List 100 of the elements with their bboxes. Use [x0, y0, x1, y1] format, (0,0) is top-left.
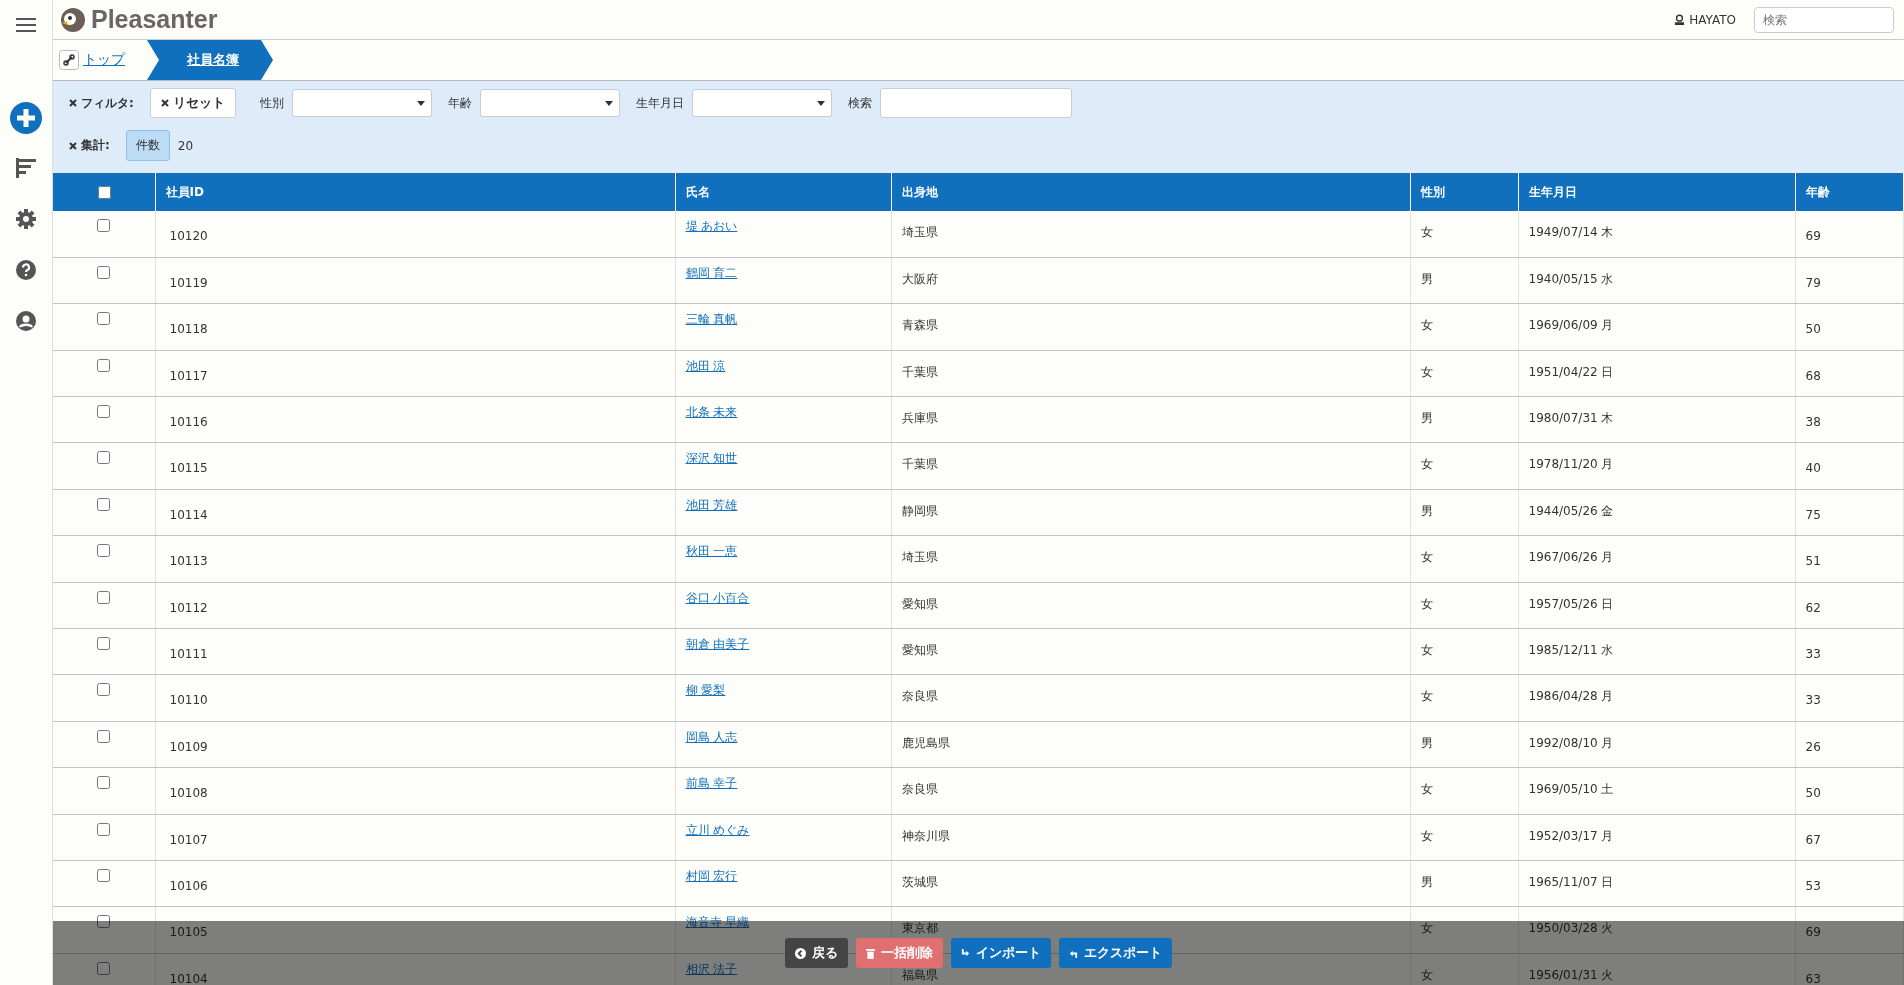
name-link[interactable]: 池田 涼	[685, 358, 726, 373]
row-checkbox[interactable]	[97, 915, 111, 929]
table-cell: 38	[1805, 415, 1821, 430]
name-link[interactable]: 立川 めぐみ	[685, 822, 750, 837]
table-cell: 茨城県	[901, 874, 938, 889]
close-icon[interactable]	[69, 99, 77, 107]
back-button[interactable]: 戻る	[785, 938, 848, 968]
search-field[interactable]	[880, 88, 1073, 118]
settings-icon[interactable]	[16, 209, 36, 229]
link-icon[interactable]	[59, 50, 79, 70]
column-header[interactable]: 生年月日	[1518, 173, 1795, 211]
table-cell: 男	[1420, 874, 1433, 889]
row-checkbox[interactable]	[97, 358, 111, 372]
row-checkbox[interactable]	[97, 497, 111, 511]
table-cell: 10105	[169, 925, 208, 940]
sort-icon[interactable]	[16, 158, 36, 178]
user-icon[interactable]	[16, 311, 36, 331]
table-cell: 女	[1420, 782, 1433, 797]
filter-label: 生年月日	[636, 94, 685, 112]
table-cell: 女	[1420, 457, 1433, 472]
table-cell: 大阪府	[901, 271, 938, 286]
table-cell: 26	[1805, 739, 1821, 754]
name-link[interactable]: 鶴岡 育二	[685, 265, 738, 280]
name-link[interactable]: 前島 幸子	[685, 776, 738, 791]
add-icon[interactable]	[10, 102, 42, 134]
table-cell: 女	[1420, 550, 1433, 565]
table-cell: 千葉県	[901, 364, 938, 379]
row-checkbox[interactable]	[97, 265, 111, 279]
table-cell: 10112	[169, 600, 208, 615]
aggregation-tag[interactable]: 件数	[125, 130, 170, 161]
row-checkbox[interactable]	[97, 451, 111, 465]
table-cell: 女	[1420, 689, 1433, 704]
row-checkbox[interactable]	[97, 219, 111, 232]
table-cell: 62	[1805, 600, 1821, 615]
select-all-checkbox[interactable]	[97, 185, 111, 199]
bird-icon	[59, 5, 87, 34]
table-cell: 兵庫県	[901, 411, 938, 426]
breadcrumb-link[interactable]: トップ	[83, 51, 147, 69]
menu-icon[interactable]	[16, 18, 36, 32]
table-cell: 1967/06/26 月	[1528, 550, 1614, 565]
column-header[interactable]: 社員ID	[155, 173, 675, 211]
help-icon[interactable]	[16, 260, 36, 280]
table-cell: 1978/11/20 月	[1528, 457, 1614, 472]
name-link[interactable]: 堤 あおい	[685, 219, 738, 233]
table-cell: 女	[1420, 828, 1433, 843]
name-link[interactable]: 三輪 真帆	[685, 312, 738, 327]
row-checkbox[interactable]	[97, 683, 111, 697]
name-link[interactable]: 朝倉 由美子	[685, 637, 750, 651]
table-cell: 10120	[169, 229, 208, 243]
delete-button[interactable]: 一括削除	[856, 938, 943, 968]
row-checkbox[interactable]	[97, 637, 111, 650]
table-cell: 女	[1420, 643, 1433, 657]
name-link[interactable]: 深沢 知世	[685, 451, 738, 466]
table-cell: 10110	[169, 693, 208, 708]
row-checkbox[interactable]	[97, 868, 111, 882]
name-link[interactable]: 村岡 宏行	[685, 868, 738, 883]
table-cell: 奈良県	[901, 689, 938, 704]
row-checkbox[interactable]	[97, 729, 111, 743]
table-cell: 男	[1420, 411, 1433, 426]
row-checkbox[interactable]	[97, 822, 111, 836]
name-link[interactable]: 秋田 一恵	[685, 544, 738, 559]
table-cell: 千葉県	[901, 457, 938, 472]
name-link[interactable]: 柳 愛梨	[685, 683, 726, 698]
close-icon[interactable]	[69, 141, 77, 150]
row-checkbox[interactable]	[97, 961, 111, 975]
table-cell: 10108	[169, 786, 208, 801]
user-icon	[1674, 14, 1686, 25]
row-checkbox[interactable]	[97, 590, 111, 604]
close-icon	[160, 99, 169, 107]
name-link[interactable]: 北条 未来	[685, 405, 738, 420]
table-cell: 男	[1420, 735, 1433, 750]
table-cell: 女	[1420, 596, 1433, 611]
table-cell: 男	[1420, 503, 1433, 518]
table-cell: 63	[1805, 971, 1821, 985]
column-header[interactable]: 年齢	[1795, 173, 1904, 211]
column-header[interactable]: 性別	[1410, 173, 1518, 211]
back-icon	[795, 947, 806, 959]
table-cell: 10118	[169, 322, 208, 337]
name-link[interactable]: 谷口 小百合	[685, 590, 750, 605]
table-cell: 50	[1805, 322, 1821, 337]
table-cell: 1969/05/10 土	[1528, 782, 1614, 797]
table-cell: 1952/03/17 月	[1528, 828, 1614, 843]
table-cell: 女	[1420, 921, 1433, 936]
row-checkbox[interactable]	[97, 776, 111, 790]
column-header[interactable]: 氏名	[675, 173, 891, 211]
search-field[interactable]: 検索	[1754, 6, 1894, 33]
name-link[interactable]: 池田 芳雄	[685, 497, 738, 512]
name-link[interactable]: 相沢 法子	[685, 961, 738, 976]
reset-button[interactable]: リセット	[149, 88, 237, 118]
table-cell: 神奈川県	[901, 828, 950, 843]
row-checkbox[interactable]	[97, 544, 111, 558]
user-name[interactable]: HAYATO	[1689, 12, 1736, 27]
table-cell: 女	[1420, 364, 1433, 379]
row-checkbox[interactable]	[97, 405, 111, 419]
column-header[interactable]: 出身地	[891, 173, 1410, 211]
export-button[interactable]: エクスポート	[1059, 938, 1172, 968]
breadcrumb-link[interactable]: 社員名簿	[147, 40, 273, 80]
name-link[interactable]: 岡島 人志	[685, 729, 738, 744]
row-checkbox[interactable]	[97, 312, 111, 326]
import-button[interactable]: インポート	[951, 938, 1051, 968]
